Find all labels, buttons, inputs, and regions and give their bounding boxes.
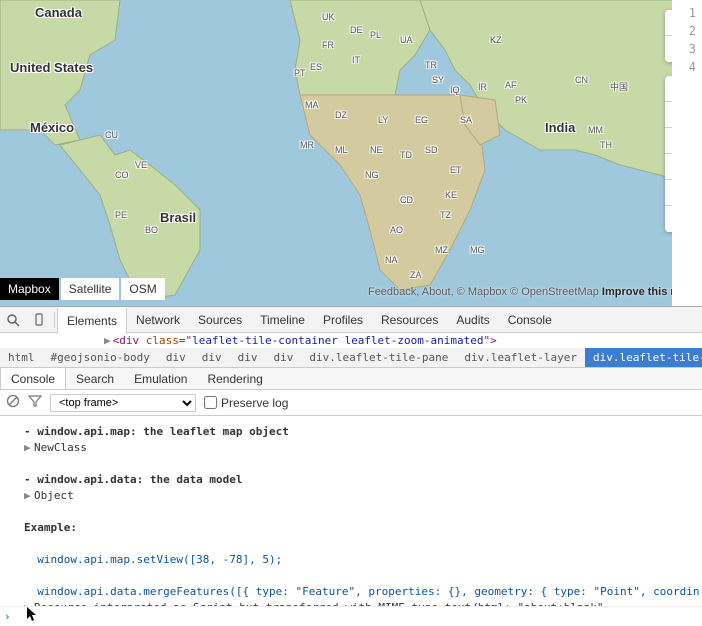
drawer-tabbar: Console Search Emulation Rendering (0, 368, 702, 390)
tab-audits[interactable]: Audits (447, 307, 498, 333)
crumb[interactable]: div (265, 351, 301, 364)
layer-switcher: Mapbox Satellite OSM (0, 278, 167, 300)
map-viewport[interactable]: Canada United States México Brasil India… (0, 0, 702, 306)
drawer-tab-rendering[interactable]: Rendering (197, 368, 272, 389)
osm-copyright: © OpenStreetMap (510, 286, 599, 298)
tab-network[interactable]: Network (127, 307, 189, 333)
device-icon (32, 313, 46, 327)
console-toolbar: <top frame> Preserve log (0, 390, 702, 416)
line-number: 2 (678, 22, 696, 40)
devtools-tabbar: Elements Network Sources Timeline Profil… (0, 307, 702, 333)
elements-breadcrumbs: html #geojsonio-body div div div div div… (0, 348, 702, 368)
search-icon (6, 313, 20, 327)
chevron-right-icon: › (4, 610, 11, 623)
crumb[interactable]: #geojsonio-body (43, 351, 158, 364)
crumb[interactable]: html (0, 351, 43, 364)
layer-satellite-button[interactable]: Satellite (61, 278, 120, 300)
console-output[interactable]: - window.api.map: the leaflet map object… (0, 416, 702, 606)
separator (54, 312, 55, 328)
crumb[interactable]: div.leaflet-layer (456, 351, 585, 364)
crumb[interactable]: div (230, 351, 266, 364)
world-map-svg (0, 0, 676, 306)
layer-osm-button[interactable]: OSM (121, 278, 164, 300)
devtools-panel: Elements Network Sources Timeline Profil… (0, 306, 702, 626)
preserve-log-label[interactable]: Preserve log (204, 396, 288, 410)
drawer-tab-console[interactable]: Console (0, 368, 66, 389)
console-prompt[interactable]: › (0, 606, 702, 626)
line-number: 4 (678, 58, 696, 76)
console-input[interactable] (17, 610, 702, 623)
drawer-tab-emulation[interactable]: Emulation (124, 368, 197, 389)
map-attribution: Feedback, About, © Mapbox © OpenStreetMa… (368, 286, 693, 298)
tab-resources[interactable]: Resources (372, 307, 447, 333)
device-mode-button[interactable] (26, 308, 52, 332)
elements-dom-line[interactable]: ▶ <div class="leaflet-tile-container lea… (0, 333, 702, 348)
line-number: 3 (678, 40, 696, 58)
frame-select[interactable]: <top frame> (50, 394, 196, 412)
crumb[interactable]: div (194, 351, 230, 364)
crumb[interactable]: div.leaflet-tile-pane (301, 351, 456, 364)
tab-sources[interactable]: Sources (189, 307, 251, 333)
tab-console[interactable]: Console (499, 307, 561, 333)
tab-elements[interactable]: Elements (57, 308, 127, 334)
layer-mapbox-button[interactable]: Mapbox (0, 278, 59, 300)
preserve-log-checkbox[interactable] (204, 396, 217, 409)
drawer-tab-search[interactable]: Search (66, 368, 124, 389)
inspect-element-button[interactable] (0, 308, 26, 332)
feedback-link[interactable]: Feedback (368, 286, 416, 298)
editor-gutter: 1 2 3 4 (672, 0, 702, 306)
tab-profiles[interactable]: Profiles (314, 307, 372, 333)
line-number: 1 (678, 4, 696, 22)
crumb-selected[interactable]: div.leaflet-tile-container.leaflet-zoom-… (585, 348, 702, 367)
crumb[interactable]: div (158, 351, 194, 364)
cursor-icon (26, 606, 40, 624)
about-link[interactable]: About (422, 286, 451, 298)
clear-icon (6, 394, 20, 408)
tab-timeline[interactable]: Timeline (251, 307, 314, 333)
filter-icon (28, 394, 42, 408)
mapbox-copyright: © Mapbox (457, 286, 507, 298)
filter-button[interactable] (28, 394, 42, 411)
clear-console-button[interactable] (6, 394, 20, 411)
